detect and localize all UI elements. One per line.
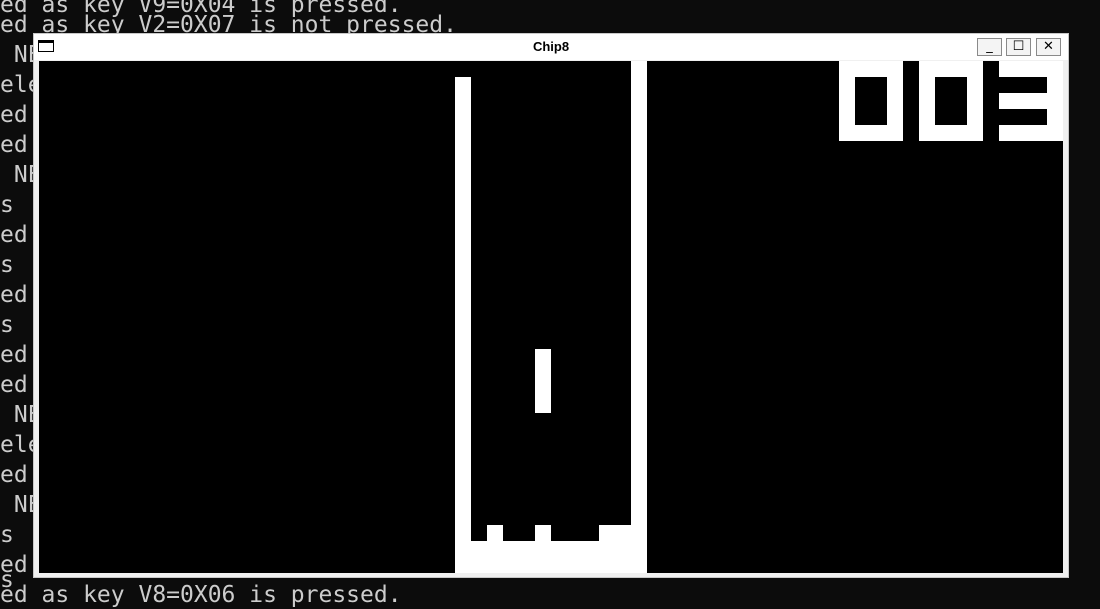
score-pixel bbox=[967, 109, 983, 125]
score-pixel bbox=[1031, 125, 1047, 141]
terminal-line: ed bbox=[0, 342, 28, 368]
score-pixel bbox=[919, 77, 935, 93]
terminal-line: ed bbox=[0, 102, 28, 128]
terminal-line: s bbox=[0, 192, 14, 218]
score-pixel bbox=[887, 109, 903, 125]
score-digit bbox=[999, 61, 1063, 141]
terminal-line: ed bbox=[0, 372, 28, 398]
score-pixel bbox=[1047, 77, 1063, 93]
stack-block bbox=[551, 557, 599, 573]
score-pixel bbox=[887, 61, 903, 77]
score-pixel bbox=[887, 93, 903, 109]
score-pixel bbox=[919, 109, 935, 125]
terminal-line: ed bbox=[0, 132, 28, 158]
stack-block bbox=[487, 525, 503, 541]
title-bar[interactable]: Chip8 _ ☐ ✕ bbox=[34, 34, 1068, 60]
score-pixel bbox=[839, 61, 855, 77]
score-pixel bbox=[935, 61, 951, 77]
score-pixel bbox=[871, 61, 887, 77]
display-background bbox=[39, 61, 1063, 573]
score-pixel bbox=[1031, 93, 1047, 109]
stack-block bbox=[503, 557, 535, 573]
score-pixel bbox=[1015, 125, 1031, 141]
terminal-line: s bbox=[0, 252, 14, 278]
minimize-button[interactable]: _ bbox=[977, 38, 1002, 56]
score-pixel bbox=[919, 125, 935, 141]
score-pixel bbox=[871, 125, 887, 141]
right-wall bbox=[631, 61, 647, 573]
score-pixel bbox=[999, 61, 1015, 77]
score-pixel bbox=[935, 125, 951, 141]
score-pixel bbox=[839, 109, 855, 125]
left-wall bbox=[455, 77, 471, 573]
score-pixel bbox=[919, 61, 935, 77]
falling-piece bbox=[535, 349, 551, 413]
terminal-line: s bbox=[0, 312, 14, 338]
score-pixel bbox=[1047, 93, 1063, 109]
chip8-window[interactable]: Chip8 _ ☐ ✕ bbox=[33, 33, 1069, 578]
game-display[interactable] bbox=[39, 61, 1063, 573]
score-pixel bbox=[967, 77, 983, 93]
score-pixel bbox=[855, 61, 871, 77]
score-pixel bbox=[887, 77, 903, 93]
score-pixel bbox=[1047, 61, 1063, 77]
score-pixel bbox=[1047, 125, 1063, 141]
stack-block bbox=[535, 525, 551, 557]
terminal-line: s bbox=[0, 522, 14, 548]
score-pixel bbox=[951, 61, 967, 77]
stack-block bbox=[599, 525, 631, 557]
score-pixel bbox=[1047, 109, 1063, 125]
terminal-line: ed bbox=[0, 222, 28, 248]
terminal-line: ed bbox=[0, 282, 28, 308]
score-pixel bbox=[839, 77, 855, 93]
score-pixel bbox=[1015, 93, 1031, 109]
maximize-button[interactable]: ☐ bbox=[1006, 38, 1031, 56]
window-title: Chip8 bbox=[532, 39, 570, 54]
score-pixel bbox=[839, 125, 855, 141]
close-button[interactable]: ✕ bbox=[1036, 38, 1061, 56]
score-pixel bbox=[839, 93, 855, 109]
terminal-line: ed bbox=[0, 462, 28, 488]
score-pixel bbox=[887, 125, 903, 141]
score-pixel bbox=[999, 125, 1015, 141]
score-pixel bbox=[1015, 61, 1031, 77]
score-pixel bbox=[967, 61, 983, 77]
score-pixel bbox=[855, 125, 871, 141]
score-pixel bbox=[967, 125, 983, 141]
score-pixel bbox=[1031, 61, 1047, 77]
score-pixel bbox=[919, 93, 935, 109]
score-pixel bbox=[967, 93, 983, 109]
score-pixel bbox=[951, 125, 967, 141]
score-pixel bbox=[999, 93, 1015, 109]
terminal-line: ed as key V8=0X06 is pressed. bbox=[0, 582, 402, 608]
